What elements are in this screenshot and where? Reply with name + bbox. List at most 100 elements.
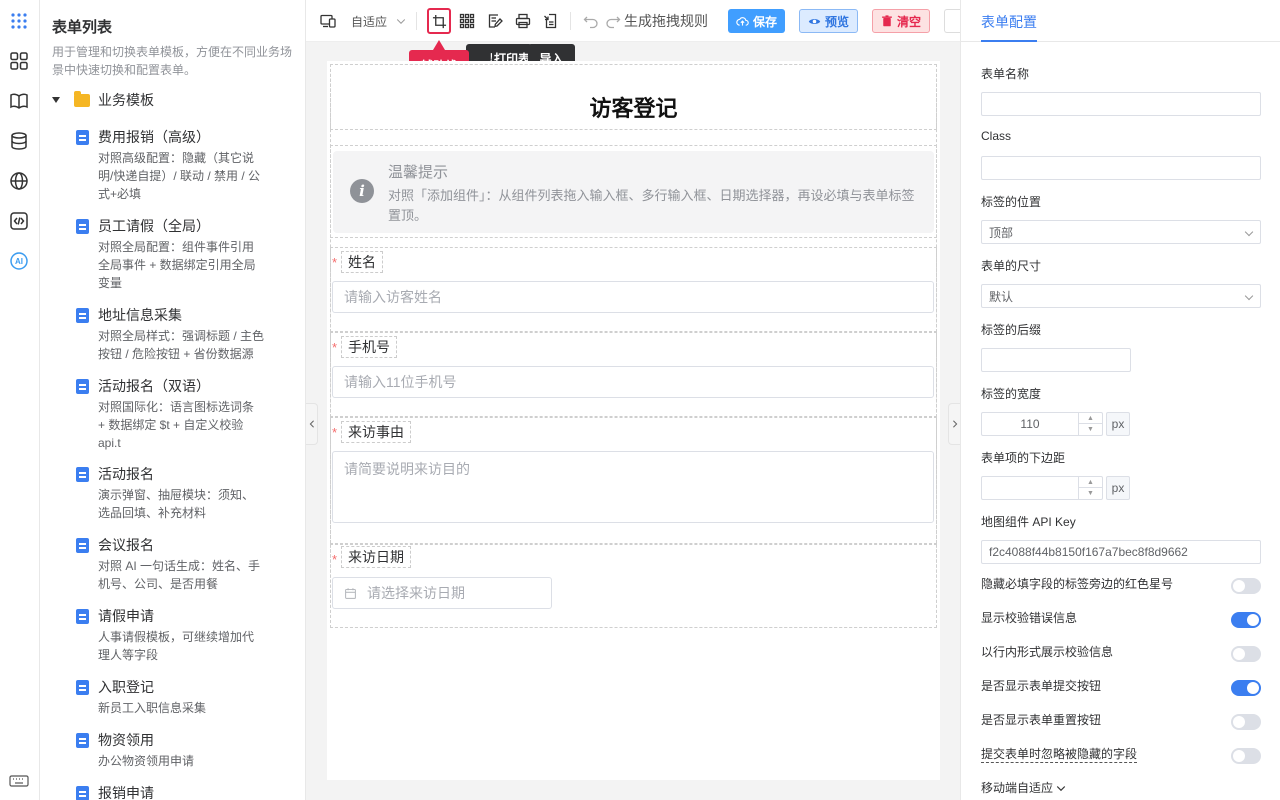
collapse-right-button[interactable] xyxy=(948,403,960,445)
chevron-right-icon xyxy=(952,420,957,428)
template-item-title: 入职登记 xyxy=(98,679,154,695)
phone-input[interactable]: 请输入11位手机号 xyxy=(332,366,934,398)
sidebar-title: 表单列表 xyxy=(52,19,113,36)
ai-icon[interactable]: AI xyxy=(8,250,30,272)
keyboard-icon[interactable] xyxy=(8,770,30,792)
undo-button[interactable] xyxy=(583,11,599,31)
info-icon: i xyxy=(350,179,374,203)
template-item-desc: 对照全局样式：强调标题 / 主色按钮 / 危险按钮 + 省份数据源 xyxy=(98,329,265,361)
form-canvas: 访客登记 i 温馨提示 对照「添加组件」：从组件列表拖入输入框、多行输入框、日期… xyxy=(327,61,940,780)
document-icon xyxy=(76,130,89,145)
document-icon xyxy=(76,538,89,553)
note-edit-icon xyxy=(488,14,503,28)
date-picker[interactable]: 请选择来访日期 xyxy=(332,577,552,609)
decrease-icon[interactable]: ▼ xyxy=(1079,488,1102,499)
alert-text: 对照「添加组件」：从组件列表拖入输入框、多行输入框、日期选择器，再设必填与表单标… xyxy=(388,188,915,223)
adaptive-select[interactable]: 自适应 xyxy=(351,11,407,31)
label-suffix-label: 标签的后缀 xyxy=(981,323,1042,337)
number-stepper[interactable]: ▲ ▼ xyxy=(1078,477,1102,499)
form-size-select[interactable]: 默认 xyxy=(981,284,1261,308)
grid-button[interactable] xyxy=(459,11,475,31)
edit-note-button[interactable] xyxy=(487,11,503,31)
template-item-title: 请假申请 xyxy=(98,608,154,624)
switch-label: 提交表单时忽略被隐藏的字段 xyxy=(981,747,1138,763)
number-stepper[interactable]: ▲ ▼ xyxy=(1078,413,1102,435)
template-item-desc: 对照 AI 一句话生成：姓名、手机号、公司、是否用餐 xyxy=(98,559,261,591)
item-margin-input[interactable]: ▲ ▼ xyxy=(981,476,1103,500)
svg-text:AI: AI xyxy=(15,257,23,266)
tab-form-config[interactable]: 表单配置 xyxy=(981,12,1037,32)
document-icon xyxy=(76,680,89,695)
document-icon xyxy=(76,467,89,482)
guide-lines-button[interactable] xyxy=(427,8,451,34)
mobile-adaptive-toggle[interactable]: 移动端自适应 xyxy=(981,779,1067,796)
show-submit-switch[interactable] xyxy=(1231,680,1261,696)
print-button[interactable] xyxy=(515,11,531,31)
redo-generate-button[interactable]: 生成拖拽规则 xyxy=(605,11,708,31)
show-reset-switch[interactable] xyxy=(1231,714,1261,730)
class-label: Class xyxy=(981,129,1012,143)
chevron-down-icon xyxy=(1244,291,1254,301)
preview-button[interactable]: 预览 xyxy=(799,9,859,33)
increase-icon[interactable]: ▲ xyxy=(1079,477,1102,488)
template-sidebar: 表单列表 用于管理和切换表单模板，方便在不同业务场景中快速切换和配置表单。 业务… xyxy=(40,0,306,800)
clear-button[interactable]: 清空 xyxy=(872,9,931,33)
tip-alert: i 温馨提示 对照「添加组件」：从组件列表拖入输入框、多行输入框、日期选择器，再… xyxy=(333,151,934,233)
adaptive-label: 自适应 xyxy=(351,14,388,29)
form-size-label: 表单的尺寸 xyxy=(981,259,1042,273)
hide-asterisk-switch[interactable] xyxy=(1231,578,1261,594)
save-button[interactable]: 保存 xyxy=(728,9,786,33)
switch-label: 是否显示表单提交按钮 xyxy=(981,679,1102,693)
required-asterisk: * xyxy=(332,255,338,270)
code-icon[interactable] xyxy=(8,210,30,232)
form-name-label: 表单名称 xyxy=(981,67,1030,81)
name-input[interactable]: 请输入访客姓名 xyxy=(332,281,934,313)
caret-down-icon[interactable] xyxy=(52,97,60,103)
trash-icon xyxy=(882,15,892,27)
sidebar-description: 用于管理和切换表单模板，方便在不同业务场景中快速切换和配置表单。 xyxy=(52,45,293,77)
field-label-phone[interactable]: 手机号 xyxy=(341,336,397,358)
redo-icon xyxy=(606,16,621,29)
globe-icon[interactable] xyxy=(8,170,30,192)
switch-label: 隐藏必填字段的标签旁边的红色星号 xyxy=(981,577,1174,591)
switch-label: 显示校验错误信息 xyxy=(981,611,1078,625)
folder-icon xyxy=(74,90,90,107)
collapse-left-button[interactable] xyxy=(306,403,318,445)
template-item-desc: 对照国际化：语言图标选词条 + 数据绑定 $t + 自定义校验 api.t xyxy=(98,400,255,450)
label-width-input[interactable]: 110 ▲ ▼ xyxy=(981,412,1103,436)
device-icon[interactable] xyxy=(320,11,336,31)
import-button[interactable] xyxy=(543,11,559,31)
template-item-title: 活动报名（双语） xyxy=(98,378,210,394)
template-item-title: 活动报名 xyxy=(98,466,154,482)
decrease-icon[interactable]: ▼ xyxy=(1079,424,1102,435)
label-position-select[interactable]: 顶部 xyxy=(981,220,1261,244)
reason-textarea[interactable]: 请简要说明来访目的 xyxy=(332,451,934,523)
chevron-down-icon xyxy=(1056,785,1066,791)
field-label-name[interactable]: 姓名 xyxy=(341,251,383,273)
class-input[interactable] xyxy=(981,156,1261,180)
alert-title: 温馨提示 xyxy=(388,164,449,181)
label-suffix-input[interactable] xyxy=(981,348,1131,372)
calendar-icon xyxy=(345,587,356,599)
template-item-desc: 对照全局配置：组件事件引用全局事件 + 数据绑定引用全局变量 xyxy=(98,240,256,290)
more-button[interactable] xyxy=(944,9,960,33)
template-item-desc: 新员工入职信息采集 xyxy=(98,701,207,715)
toolbar-divider xyxy=(416,12,417,30)
form-title: 访客登记 xyxy=(589,96,678,121)
field-label-reason[interactable]: 来访事由 xyxy=(341,421,411,443)
inline-message-switch[interactable] xyxy=(1231,646,1261,662)
document-icon xyxy=(76,733,89,748)
undo-icon xyxy=(583,16,598,29)
apps-grid-icon[interactable] xyxy=(8,10,30,32)
form-name-input[interactable] xyxy=(981,92,1261,116)
components-icon[interactable] xyxy=(8,50,30,72)
map-key-input[interactable]: f2c4088f44b8150f167a7bec8f8d9662 xyxy=(981,540,1261,564)
database-icon[interactable] xyxy=(8,130,30,152)
book-icon[interactable] xyxy=(8,90,30,112)
show-error-switch[interactable] xyxy=(1231,612,1261,628)
toolbar: 自适应 生成拖拽规则 保存 预览 清空 xyxy=(306,0,960,42)
increase-icon[interactable]: ▲ xyxy=(1079,413,1102,424)
ignore-hidden-switch[interactable] xyxy=(1231,748,1261,764)
folder-business-templates[interactable]: 业务模板 xyxy=(52,90,154,110)
field-label-date[interactable]: 来访日期 xyxy=(341,546,411,568)
